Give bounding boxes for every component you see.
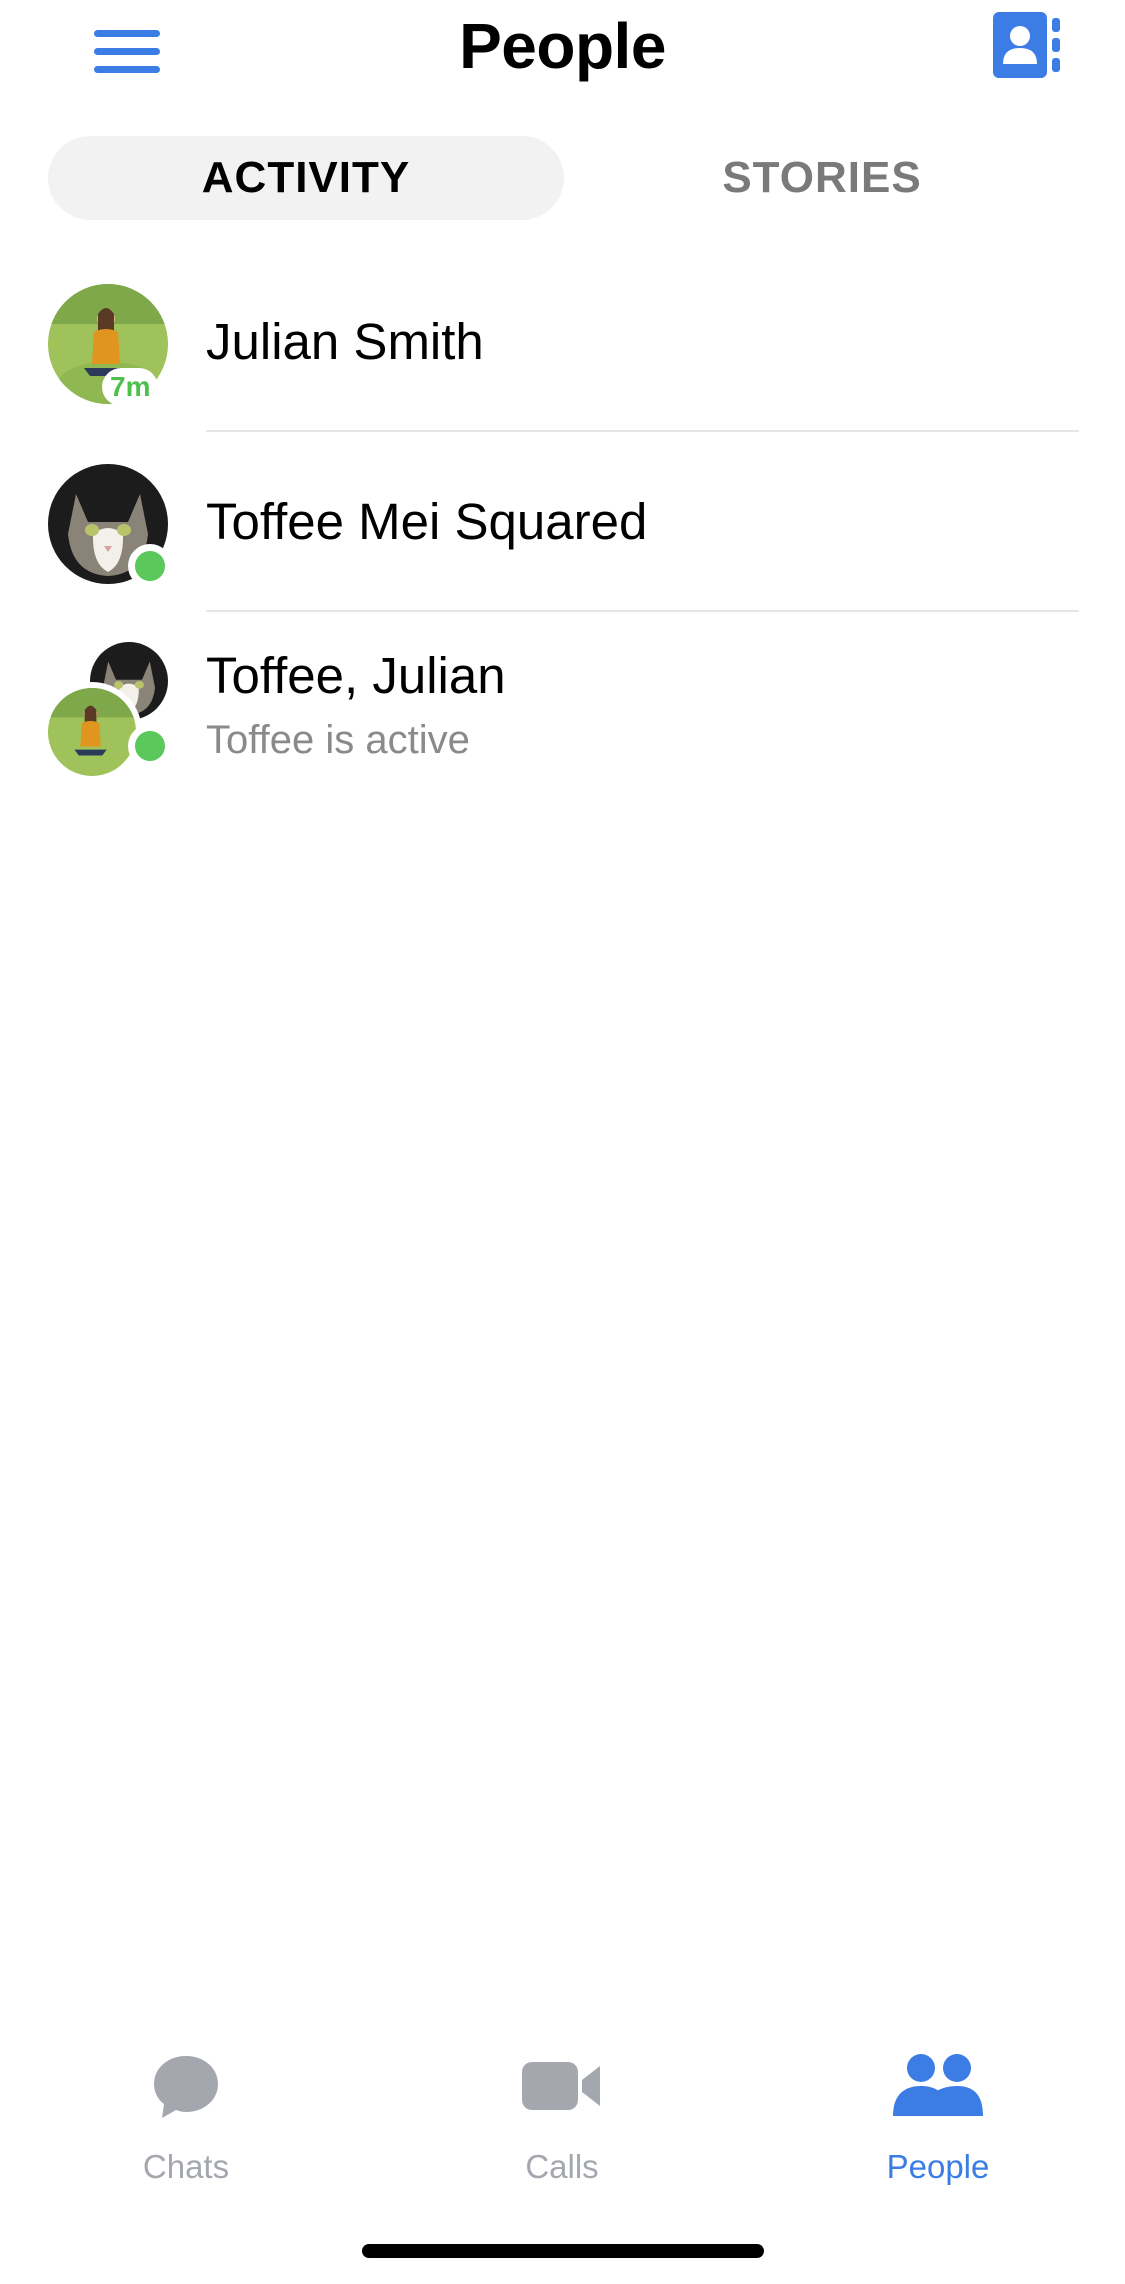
list-item[interactable]: Toffee, Julian Toffee is active: [0, 640, 1125, 790]
people-icon: [893, 2054, 983, 2116]
tab-calls[interactable]: Calls: [432, 2050, 692, 2200]
tab-activity[interactable]: ACTIVITY: [48, 136, 564, 220]
tab-calls-label: Calls: [525, 2148, 599, 2185]
online-status-dot: [128, 544, 172, 588]
home-indicator[interactable]: [362, 2244, 764, 2258]
tab-chats-label: Chats: [142, 2148, 230, 2185]
online-status-dot: [128, 724, 172, 768]
group-activity-status: Toffee is active: [206, 718, 470, 762]
chat-bubble-icon: [154, 2056, 218, 2118]
tab-chats[interactable]: Chats: [56, 2050, 316, 2200]
contacts-book-icon: [993, 12, 1060, 78]
contacts-button[interactable]: [993, 12, 1063, 78]
avatar: [42, 682, 142, 782]
tab-stories[interactable]: STORIES: [564, 136, 1080, 220]
page-title: People: [459, 10, 666, 82]
divider: [206, 430, 1079, 432]
last-active-badge: 7m: [102, 368, 159, 406]
person-name: Toffee Mei Squared: [206, 493, 648, 550]
list-item[interactable]: Toffee Mei Squared: [0, 460, 1125, 612]
group-name: Toffee, Julian: [206, 647, 506, 704]
divider: [206, 610, 1079, 612]
tab-people[interactable]: People: [808, 2050, 1068, 2200]
list-item[interactable]: 7m Julian Smith: [0, 280, 1125, 432]
person-name: Julian Smith: [206, 313, 484, 370]
video-camera-icon: [522, 2062, 600, 2110]
tab-people-label: People: [886, 2148, 990, 2185]
